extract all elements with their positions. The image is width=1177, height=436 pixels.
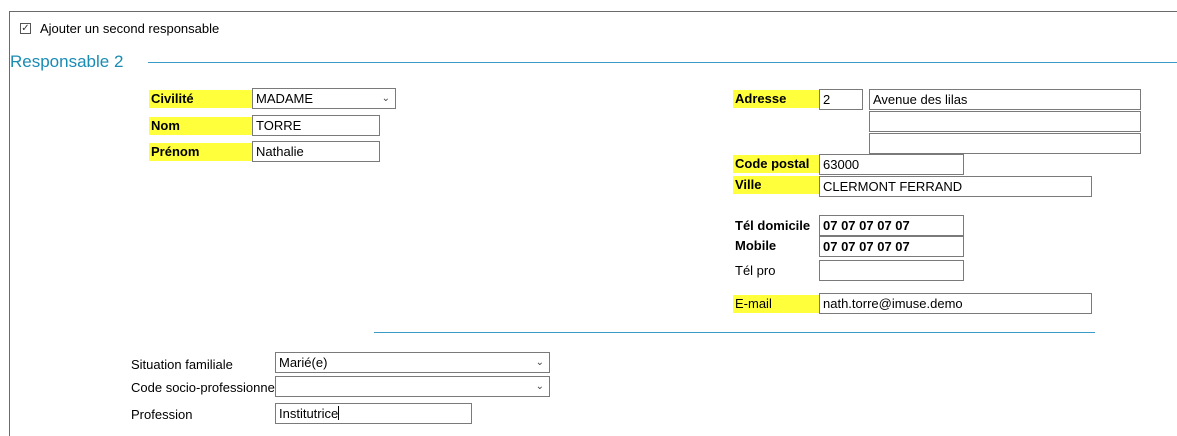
- checkmark-icon: ✓: [21, 23, 30, 34]
- nom-field[interactable]: TORRE: [252, 115, 380, 136]
- profession-label: Profession: [131, 407, 193, 422]
- tel-pro-field[interactable]: [819, 260, 964, 281]
- email-label: E-mail: [733, 295, 819, 313]
- chevron-down-icon: ⌄: [535, 357, 544, 368]
- text-cursor: [338, 406, 340, 420]
- chevron-down-icon: ⌄: [381, 93, 390, 104]
- ville-label: Ville: [733, 176, 819, 194]
- adresse-label: Adresse: [733, 90, 819, 108]
- ville-field[interactable]: CLERMONT FERRAND: [819, 176, 1092, 197]
- adresse-line1-field[interactable]: Avenue des lilas: [869, 89, 1141, 110]
- code-postal-label: Code postal: [733, 155, 819, 173]
- prenom-field[interactable]: Nathalie: [252, 141, 380, 162]
- mobile-label: Mobile: [735, 238, 777, 253]
- situation-familiale-value: Marié(e): [279, 355, 328, 370]
- tel-pro-label: Tél pro: [735, 263, 776, 278]
- tel-domicile-field[interactable]: 07 07 07 07 07: [819, 215, 964, 236]
- civilite-value: MADAME: [256, 91, 314, 106]
- nom-label: Nom: [149, 117, 252, 135]
- adresse-line3-field[interactable]: [869, 133, 1141, 154]
- profession-value: Institutrice: [279, 406, 339, 421]
- chevron-down-icon: ⌄: [535, 381, 544, 392]
- prenom-label: Prénom: [149, 143, 252, 161]
- add-second-responsible-checkbox[interactable]: ✓: [20, 23, 31, 34]
- profession-field[interactable]: Institutrice: [275, 403, 472, 424]
- adresse-line2-field[interactable]: [869, 111, 1141, 132]
- section-divider: [148, 62, 1177, 63]
- civilite-select[interactable]: MADAME ⌄: [252, 88, 396, 109]
- situation-familiale-select[interactable]: Marié(e) ⌄: [275, 352, 550, 373]
- mobile-field[interactable]: 07 07 07 07 07: [819, 236, 964, 257]
- email-field[interactable]: nath.torre@imuse.demo: [819, 293, 1092, 314]
- situation-familiale-label: Situation familiale: [131, 357, 233, 372]
- code-postal-field[interactable]: 63000: [819, 154, 964, 175]
- add-second-responsible-label: Ajouter un second responsable: [40, 21, 220, 36]
- tel-domicile-label: Tél domicile: [735, 218, 811, 233]
- adresse-numero-field[interactable]: 2: [819, 89, 863, 110]
- code-socio-professionnel-select[interactable]: ⌄: [275, 376, 550, 397]
- civilite-label: Civilité: [149, 90, 252, 108]
- code-socio-professionnel-label: Code socio-professionnel: [131, 380, 278, 395]
- family-divider: [374, 332, 1095, 333]
- section-title: Responsable 2: [10, 52, 124, 71]
